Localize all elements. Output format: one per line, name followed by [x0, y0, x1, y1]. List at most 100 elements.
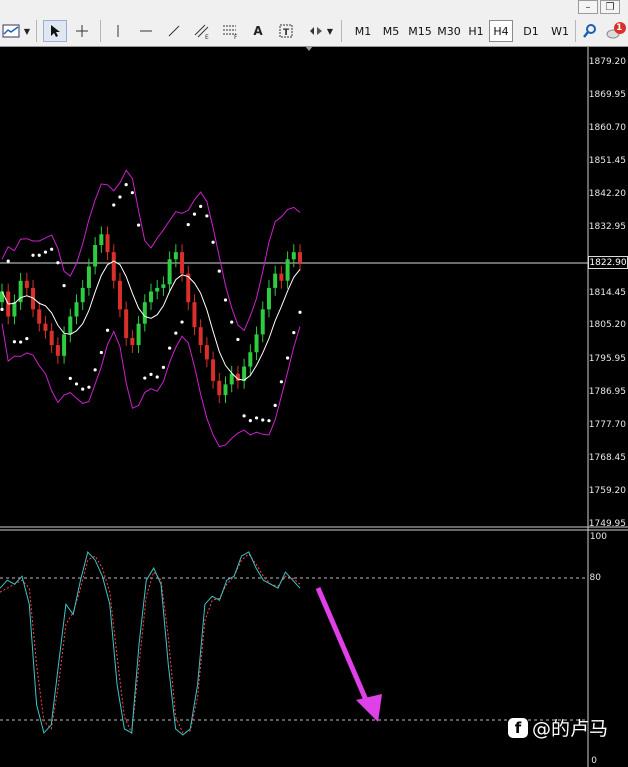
parabolic-sar-dot	[261, 418, 265, 422]
price-axis-label: 1768.45	[588, 453, 626, 463]
toutiao-logo-icon: f	[508, 717, 528, 738]
price-axis-label: 1777.70	[588, 420, 626, 430]
parabolic-sar-dot	[56, 261, 60, 265]
parabolic-sar-dot	[285, 356, 290, 360]
parabolic-sar-dot	[99, 350, 103, 355]
parabolic-sar-dot	[254, 416, 259, 420]
price-chart-canvas[interactable]	[0, 0, 628, 767]
parabolic-sar-dot	[6, 259, 10, 263]
stochastic-main-line	[0, 550, 301, 736]
parabolic-sar-dot	[19, 340, 23, 344]
candle-body	[173, 252, 178, 260]
parabolic-sar-dot	[31, 253, 35, 257]
price-axis-label: 1851.45	[588, 156, 626, 166]
parabolic-sar-dot	[130, 191, 134, 195]
parabolic-sar-dot	[112, 203, 116, 207]
candle-body	[99, 234, 104, 246]
candle-body	[55, 345, 60, 356]
watermark: f @的卢马	[508, 714, 608, 741]
parabolic-sar-dot	[93, 368, 97, 372]
candle-body	[149, 291, 153, 303]
candle-body	[43, 323, 48, 331]
candle-body	[136, 323, 141, 346]
candle-body	[86, 266, 91, 288]
parabolic-sar-dot	[199, 204, 203, 208]
candle-body	[74, 302, 79, 317]
candle-body	[49, 330, 54, 346]
candle-body	[161, 284, 166, 288]
parabolic-sar-dot	[0, 307, 4, 311]
parabolic-sar-dot	[230, 320, 234, 324]
candle-body	[204, 345, 209, 360]
price-axis-label: 1832.95	[588, 222, 626, 232]
candle-body	[124, 309, 129, 338]
candle-body	[298, 252, 302, 263]
candle-body	[105, 234, 110, 253]
parabolic-sar-dot	[186, 222, 190, 227]
oscillator-axis-label: 80	[589, 573, 601, 583]
trading-terminal-window: – ❐ ▼ E F A T ▼ M1 M5 M15 M30 H1 H4 D1 W…	[0, 0, 628, 767]
parabolic-sar-dot	[223, 298, 228, 302]
parabolic-sar-dot	[68, 376, 72, 380]
stochastic-oscillator	[0, 550, 301, 736]
price-axis-label: 1759.20	[588, 486, 626, 496]
candle-body	[130, 337, 135, 346]
parabolic-sar-dot	[273, 403, 277, 408]
candle-body	[260, 309, 265, 335]
candle-body	[93, 245, 98, 267]
price-axis-label: 1795.95	[588, 354, 626, 364]
price-axis-label: 1842.20	[588, 189, 626, 199]
candle-body	[80, 287, 85, 303]
candle-body	[37, 309, 42, 324]
arrow-head-icon	[356, 694, 382, 722]
parabolic-sar-dot	[248, 419, 252, 423]
parabolic-sar-dot	[242, 414, 246, 418]
parabolic-sar-dot	[25, 336, 29, 341]
candle-body	[0, 291, 4, 303]
candle-body	[254, 334, 259, 353]
parabolic-sar-dot	[62, 284, 66, 288]
parabolic-sar-dot	[174, 331, 178, 335]
price-axis-label: 1814.45	[588, 288, 626, 298]
current-price-label: 1822.90	[588, 256, 628, 269]
parabolic-sar-dot	[118, 195, 122, 199]
parabolic-sar-dot	[43, 250, 48, 254]
candle-body	[285, 259, 290, 281]
parabolic-sar-dot	[205, 214, 209, 218]
parabolic-sar-dot	[192, 212, 197, 216]
down-arrow-annotation	[315, 587, 382, 722]
parabolic-sar-dot	[161, 365, 166, 369]
price-axis-label: 1879.20	[588, 57, 626, 67]
parabolic-sar-dot	[81, 387, 85, 391]
price-axis-label: 1805.20	[588, 320, 626, 330]
candle-body	[198, 327, 203, 346]
moving-average-line	[1, 260, 301, 381]
parabolic-sar-dot	[217, 269, 221, 273]
parabolic-sar-dot	[279, 380, 283, 384]
arrow-shaft	[315, 587, 369, 701]
parabolic-sar-dot	[12, 340, 17, 344]
candle-body	[279, 273, 284, 281]
parabolic-sar-dot	[37, 253, 41, 257]
candle-body	[273, 273, 278, 288]
candle-body	[117, 280, 122, 310]
candle-body	[167, 259, 172, 285]
price-axis-label: 1869.95	[588, 90, 626, 100]
price-axis-label: 1786.95	[588, 387, 626, 397]
candle-body	[24, 280, 29, 288]
candle-body	[155, 287, 160, 292]
oscillator-axis-label: 0	[591, 756, 597, 766]
parabolic-sar-dot	[236, 337, 240, 342]
candle-body	[211, 359, 216, 381]
parabolic-sar-dot	[149, 372, 153, 376]
parabolic-sar-dot	[105, 328, 110, 332]
candle-body	[223, 384, 228, 396]
parabolic-sar-dot	[50, 247, 54, 251]
candle-body	[248, 352, 253, 367]
parabolic-sar-dot	[136, 223, 141, 227]
candle-body	[111, 252, 116, 281]
parabolic-sar-dot	[143, 376, 147, 380]
parabolic-sar-dot	[74, 382, 79, 386]
parabolic-sar-dot	[180, 320, 184, 324]
candle-body	[192, 302, 197, 328]
